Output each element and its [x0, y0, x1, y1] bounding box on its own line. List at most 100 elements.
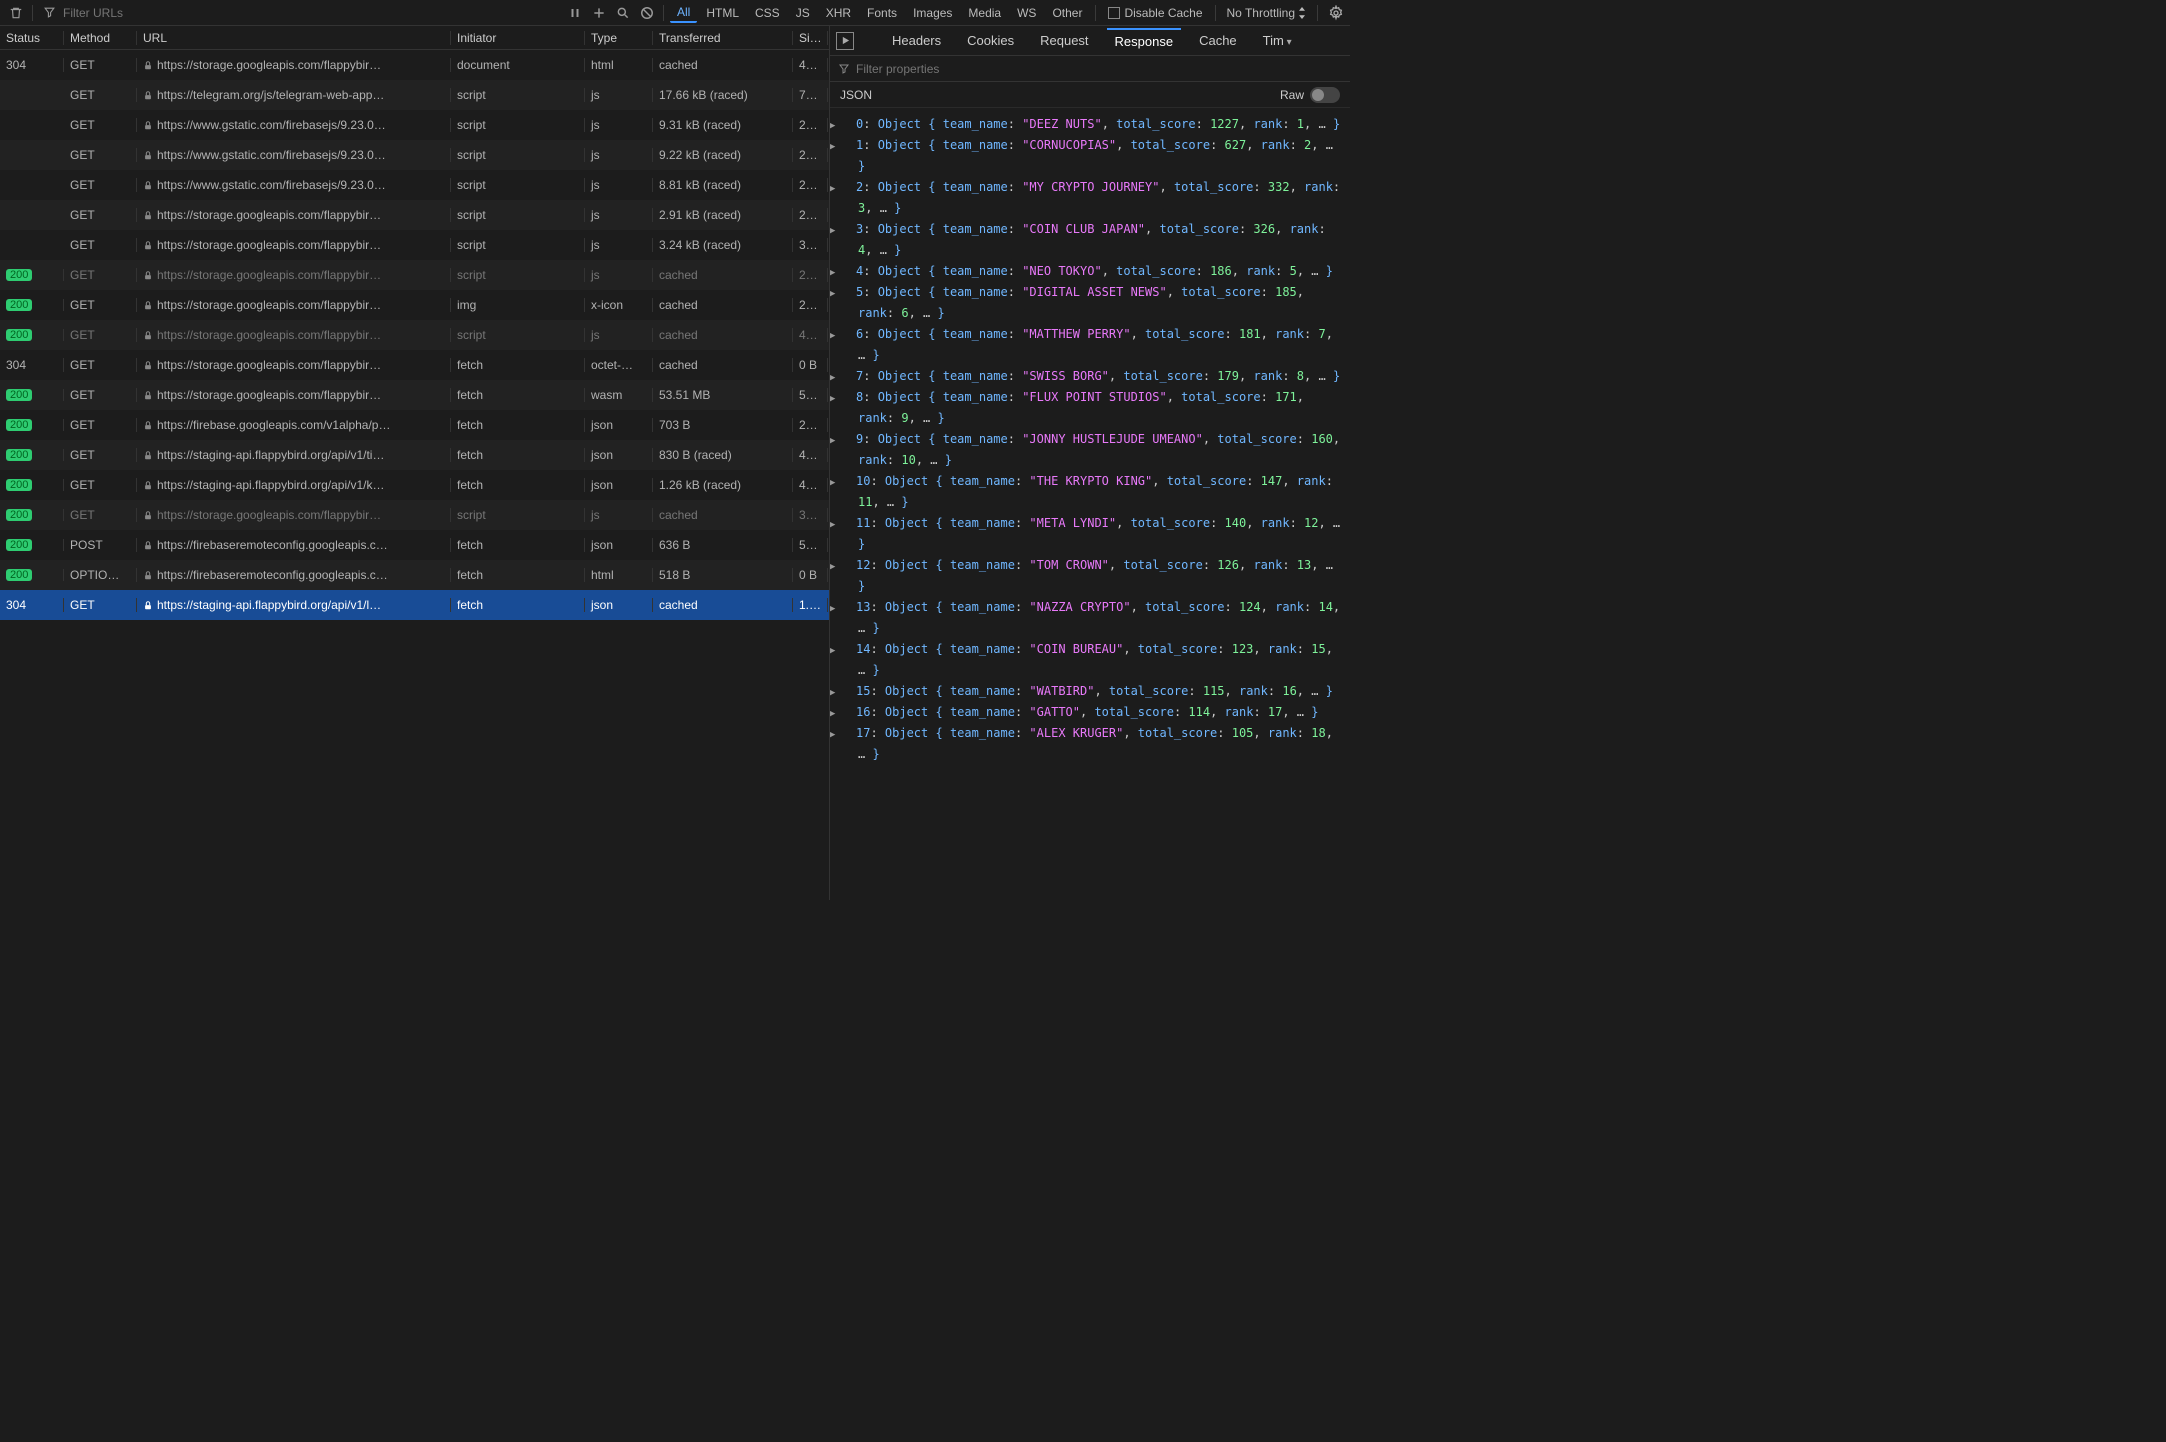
expand-triangle-icon[interactable]: ▶: [844, 224, 854, 240]
expand-triangle-icon[interactable]: ▶: [844, 728, 854, 744]
cell-size: 3…: [793, 508, 828, 522]
filter-urls-input[interactable]: [63, 6, 173, 20]
table-row[interactable]: 200POSThttps://firebaseremoteconfig.goog…: [0, 530, 829, 560]
cell-type: wasm: [585, 388, 653, 402]
tab-timings[interactable]: Tim ▾: [1255, 29, 1300, 52]
expand-triangle-icon[interactable]: ▶: [844, 560, 854, 576]
json-object-row[interactable]: ▶17: Object { team_name: "ALEX KRUGER", …: [848, 723, 1346, 765]
table-row[interactable]: 200GEThttps://storage.googleapis.com/fla…: [0, 500, 829, 530]
expand-triangle-icon[interactable]: ▶: [844, 392, 854, 408]
col-url[interactable]: URL: [137, 31, 451, 45]
table-row[interactable]: 304GEThttps://staging-api.flappybird.org…: [0, 590, 829, 620]
json-object-row[interactable]: ▶13: Object { team_name: "NAZZA CRYPTO",…: [848, 597, 1346, 639]
url-text: https://storage.googleapis.com/flappybir…: [157, 298, 381, 312]
expand-triangle-icon[interactable]: ▶: [844, 644, 854, 660]
filter-chip-css[interactable]: CSS: [748, 4, 787, 22]
json-object-row[interactable]: ▶15: Object { team_name: "WATBIRD", tota…: [848, 681, 1346, 702]
col-size[interactable]: Si…: [793, 31, 828, 45]
clear-icon[interactable]: [6, 3, 26, 23]
json-object-row[interactable]: ▶3: Object { team_name: "COIN CLUB JAPAN…: [848, 219, 1346, 261]
expand-triangle-icon[interactable]: ▶: [844, 329, 854, 345]
filter-icon[interactable]: [39, 3, 59, 23]
col-transferred[interactable]: Transferred: [653, 31, 793, 45]
filter-chip-media[interactable]: Media: [961, 4, 1008, 22]
col-type[interactable]: Type: [585, 31, 653, 45]
expand-triangle-icon[interactable]: ▶: [844, 140, 854, 156]
gear-icon[interactable]: [1328, 5, 1344, 21]
table-row[interactable]: 200GEThttps://storage.googleapis.com/fla…: [0, 260, 829, 290]
json-object-row[interactable]: ▶11: Object { team_name: "META LYNDI", t…: [848, 513, 1346, 555]
tab-cookies[interactable]: Cookies: [959, 29, 1022, 52]
filter-chip-fonts[interactable]: Fonts: [860, 4, 904, 22]
filter-chip-ws[interactable]: WS: [1010, 4, 1043, 22]
filter-chip-js[interactable]: JS: [789, 4, 817, 22]
col-method[interactable]: Method: [64, 31, 137, 45]
throttling-select[interactable]: No Throttling: [1227, 6, 1306, 20]
expand-triangle-icon[interactable]: ▶: [844, 518, 854, 534]
expand-triangle-icon[interactable]: ▶: [844, 686, 854, 702]
filter-icon[interactable]: [838, 63, 850, 75]
expand-triangle-icon[interactable]: ▶: [844, 476, 854, 492]
filter-chip-xhr[interactable]: XHR: [819, 4, 858, 22]
table-row[interactable]: 200GEThttps://staging-api.flappybird.org…: [0, 470, 829, 500]
search-icon[interactable]: [613, 3, 633, 23]
request-table-body[interactable]: 304GEThttps://storage.googleapis.com/fla…: [0, 50, 829, 900]
table-row[interactable]: 200OPTIO…https://firebaseremoteconfig.go…: [0, 560, 829, 590]
table-row[interactable]: GEThttps://www.gstatic.com/firebasejs/9.…: [0, 110, 829, 140]
filter-chip-all[interactable]: All: [670, 3, 697, 23]
cell-transferred: 830 B (raced): [653, 448, 793, 462]
table-row[interactable]: GEThttps://telegram.org/js/telegram-web-…: [0, 80, 829, 110]
col-status[interactable]: Status: [0, 31, 64, 45]
json-object-row[interactable]: ▶2: Object { team_name: "MY CRYPTO JOURN…: [848, 177, 1346, 219]
add-icon[interactable]: [589, 3, 609, 23]
tab-request[interactable]: Request: [1032, 29, 1096, 52]
table-row[interactable]: GEThttps://www.gstatic.com/firebasejs/9.…: [0, 140, 829, 170]
tab-cache[interactable]: Cache: [1191, 29, 1245, 52]
table-row[interactable]: 304GEThttps://storage.googleapis.com/fla…: [0, 350, 829, 380]
filter-chip-html[interactable]: HTML: [699, 4, 746, 22]
tab-response[interactable]: Response: [1107, 28, 1182, 53]
json-object-row[interactable]: ▶12: Object { team_name: "TOM CROWN", to…: [848, 555, 1346, 597]
expand-triangle-icon[interactable]: ▶: [844, 602, 854, 618]
json-object-row[interactable]: ▶16: Object { team_name: "GATTO", total_…: [848, 702, 1346, 723]
block-icon[interactable]: [637, 3, 657, 23]
table-row[interactable]: 200GEThttps://staging-api.flappybird.org…: [0, 440, 829, 470]
filter-chip-images[interactable]: Images: [906, 4, 959, 22]
table-row[interactable]: 200GEThttps://storage.googleapis.com/fla…: [0, 380, 829, 410]
raw-toggle[interactable]: [1310, 87, 1340, 103]
filter-chip-other[interactable]: Other: [1045, 4, 1089, 22]
table-row[interactable]: 200GEThttps://storage.googleapis.com/fla…: [0, 320, 829, 350]
pause-icon[interactable]: [565, 3, 585, 23]
json-object-row[interactable]: ▶0: Object { team_name: "DEEZ NUTS", tot…: [848, 114, 1346, 135]
expand-triangle-icon[interactable]: ▶: [844, 119, 854, 135]
table-row[interactable]: 304GEThttps://storage.googleapis.com/fla…: [0, 50, 829, 80]
expand-triangle-icon[interactable]: ▶: [844, 371, 854, 387]
url-text: https://firebaseremoteconfig.googleapis.…: [157, 568, 388, 582]
table-row[interactable]: 200GEThttps://storage.googleapis.com/fla…: [0, 290, 829, 320]
tab-headers[interactable]: Headers: [884, 29, 949, 52]
table-row[interactable]: GEThttps://www.gstatic.com/firebasejs/9.…: [0, 170, 829, 200]
json-object-row[interactable]: ▶1: Object { team_name: "CORNUCOPIAS", t…: [848, 135, 1346, 177]
json-object-row[interactable]: ▶7: Object { team_name: "SWISS BORG", to…: [848, 366, 1346, 387]
expand-triangle-icon[interactable]: ▶: [844, 266, 854, 282]
disable-cache-checkbox[interactable]: Disable Cache: [1108, 6, 1202, 20]
expand-triangle-icon[interactable]: ▶: [844, 287, 854, 303]
json-object-row[interactable]: ▶8: Object { team_name: "FLUX POINT STUD…: [848, 387, 1346, 429]
json-object-row[interactable]: ▶9: Object { team_name: "JONNY HUSTLEJUD…: [848, 429, 1346, 471]
json-object-row[interactable]: ▶6: Object { team_name: "MATTHEW PERRY",…: [848, 324, 1346, 366]
expand-triangle-icon[interactable]: ▶: [844, 707, 854, 723]
expand-triangle-icon[interactable]: ▶: [844, 434, 854, 450]
json-object-row[interactable]: ▶14: Object { team_name: "COIN BUREAU", …: [848, 639, 1346, 681]
json-object-row[interactable]: ▶5: Object { team_name: "DIGITAL ASSET N…: [848, 282, 1346, 324]
expand-triangle-icon[interactable]: ▶: [844, 182, 854, 198]
resend-icon[interactable]: [836, 32, 854, 50]
json-object-row[interactable]: ▶4: Object { team_name: "NEO TOKYO", tot…: [848, 261, 1346, 282]
table-row[interactable]: 200GEThttps://firebase.googleapis.com/v1…: [0, 410, 829, 440]
json-response-body[interactable]: ▶0: Object { team_name: "DEEZ NUTS", tot…: [830, 108, 1350, 900]
table-row[interactable]: GEThttps://storage.googleapis.com/flappy…: [0, 230, 829, 260]
table-row[interactable]: GEThttps://storage.googleapis.com/flappy…: [0, 200, 829, 230]
lock-icon: [143, 390, 153, 401]
filter-properties-input[interactable]: [856, 62, 1011, 76]
json-object-row[interactable]: ▶10: Object { team_name: "THE KRYPTO KIN…: [848, 471, 1346, 513]
col-initiator[interactable]: Initiator: [451, 31, 585, 45]
